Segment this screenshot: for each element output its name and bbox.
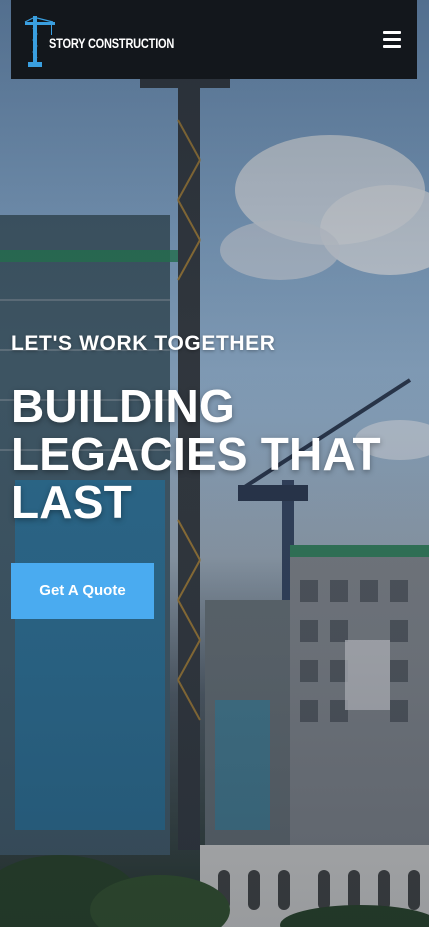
menu-bar <box>383 45 401 48</box>
hero-eyebrow: LET'S WORK TOGETHER <box>11 332 276 355</box>
hero-content: LET'S WORK TOGETHER BUILDING LEGACIES TH… <box>11 328 411 619</box>
get-a-quote-button[interactable]: Get A Quote <box>11 563 154 619</box>
hamburger-menu-icon[interactable] <box>383 29 405 51</box>
page: STORY CONSTRUCTION LET'S WORK TOGETHER B… <box>0 0 429 927</box>
site-header: STORY CONSTRUCTION <box>11 0 417 79</box>
menu-bar <box>383 31 401 34</box>
logo-text: STORY CONSTRUCTION <box>49 36 175 51</box>
hero-headline: BUILDING LEGACIES THAT LAST <box>11 382 411 526</box>
menu-bar <box>383 38 401 41</box>
headline-line: LEGACIES THAT <box>11 428 381 480</box>
headline-line: LAST <box>11 476 132 528</box>
headline-line: BUILDING <box>11 380 235 432</box>
logo[interactable]: STORY CONSTRUCTION <box>23 10 174 70</box>
